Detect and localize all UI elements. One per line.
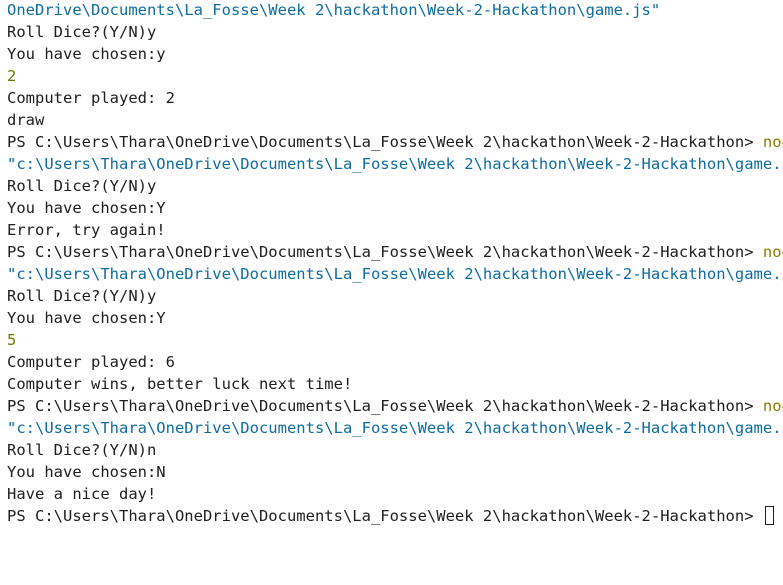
output-line: Computer played: 6	[7, 351, 783, 373]
command-text: node	[762, 397, 783, 415]
output-line: Have a nice day!	[7, 483, 783, 505]
prompt-text: PS C:\Users\Thara\OneDrive\Documents\La_…	[7, 507, 763, 525]
terminal-panel[interactable]: OneDrive\Documents\La_Fosse\Week 2\hacka…	[0, 0, 783, 585]
output-line: draw	[7, 109, 783, 131]
script-path-text: "c:\Users\Thara\OneDrive\Documents\La_Fo…	[7, 419, 783, 437]
dice-roll-line: 5	[7, 329, 783, 351]
output-text: You have chosen:Y	[7, 309, 166, 327]
output-line: You have chosen:N	[7, 461, 783, 483]
output-line: Error, try again!	[7, 219, 783, 241]
prompt-line: PS C:\Users\Thara\OneDrive\Documents\La_…	[7, 131, 783, 153]
output-text: draw	[7, 111, 45, 129]
command-continuation-line: OneDrive\Documents\La_Fosse\Week 2\hacka…	[7, 0, 783, 21]
script-path-text: "c:\Users\Thara\OneDrive\Documents\La_Fo…	[7, 155, 783, 173]
prompt-text: PS C:\Users\Thara\OneDrive\Documents\La_…	[7, 397, 763, 415]
output-line: Computer wins, better luck next time!	[7, 373, 783, 395]
dice-roll-value: 2	[7, 67, 17, 85]
output-text: Have a nice day!	[7, 485, 157, 503]
output-line: You have chosen:Y	[7, 197, 783, 219]
prompt-line: PS C:\Users\Thara\OneDrive\Documents\La_…	[7, 241, 783, 263]
output-line: You have chosen:Y	[7, 307, 783, 329]
output-text: Roll Dice?(Y/N)y	[7, 177, 157, 195]
command-continuation-line: "c:\Users\Thara\OneDrive\Documents\La_Fo…	[7, 153, 783, 175]
output-text: Error, try again!	[7, 221, 166, 239]
command-text: node	[762, 243, 783, 261]
output-text: You have chosen:y	[7, 45, 166, 63]
command-continuation-line: "c:\Users\Thara\OneDrive\Documents\La_Fo…	[7, 263, 783, 285]
output-text: Computer played: 6	[7, 353, 175, 371]
output-text: You have chosen:N	[7, 463, 166, 481]
output-line: Roll Dice?(Y/N)n	[7, 439, 783, 461]
script-path-text: OneDrive\Documents\La_Fosse\Week 2\hacka…	[7, 1, 661, 19]
command-text: node	[762, 133, 783, 151]
output-line: Roll Dice?(Y/N)y	[7, 21, 783, 43]
output-line: Roll Dice?(Y/N)y	[7, 285, 783, 307]
output-text: Roll Dice?(Y/N)y	[7, 23, 157, 41]
output-text: You have chosen:Y	[7, 199, 166, 217]
prompt-line: PS C:\Users\Thara\OneDrive\Documents\La_…	[7, 505, 783, 527]
output-text: Computer played: 2	[7, 89, 175, 107]
output-text: Roll Dice?(Y/N)n	[7, 441, 157, 459]
output-line: Roll Dice?(Y/N)y	[7, 175, 783, 197]
command-continuation-line: "c:\Users\Thara\OneDrive\Documents\La_Fo…	[7, 417, 783, 439]
dice-roll-line: 2	[7, 65, 783, 87]
prompt-line: PS C:\Users\Thara\OneDrive\Documents\La_…	[7, 395, 783, 417]
dice-roll-value: 5	[7, 331, 17, 349]
output-line: Computer played: 2	[7, 87, 783, 109]
prompt-text: PS C:\Users\Thara\OneDrive\Documents\La_…	[7, 243, 763, 261]
output-text: Roll Dice?(Y/N)y	[7, 287, 157, 305]
script-path-text: "c:\Users\Thara\OneDrive\Documents\La_Fo…	[7, 265, 783, 283]
output-text: Computer wins, better luck next time!	[7, 375, 353, 393]
prompt-text: PS C:\Users\Thara\OneDrive\Documents\La_…	[7, 133, 763, 151]
terminal-cursor[interactable]	[764, 506, 774, 525]
terminal-output: OneDrive\Documents\La_Fosse\Week 2\hacka…	[0, 0, 783, 527]
output-line: You have chosen:y	[7, 43, 783, 65]
